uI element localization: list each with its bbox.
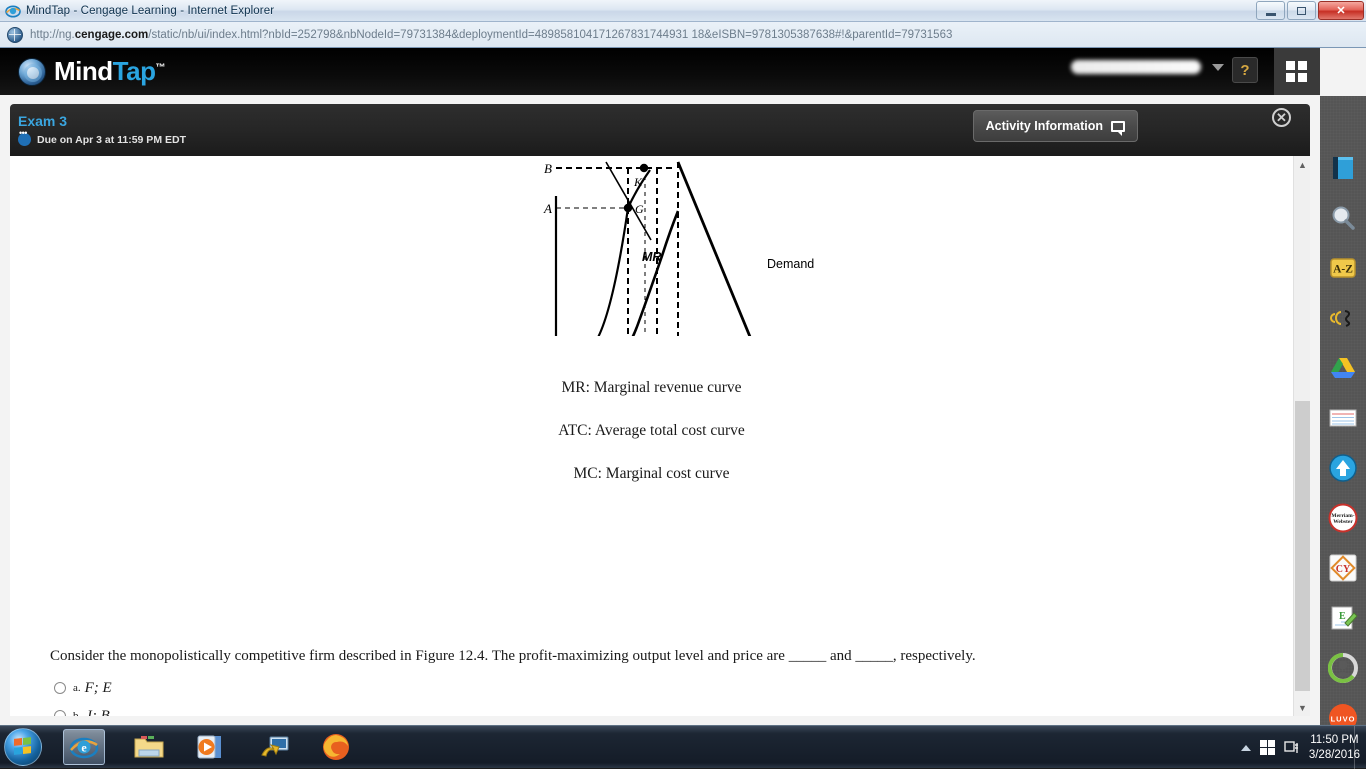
- svg-text:G: G: [635, 202, 644, 216]
- show-hidden-icons-icon[interactable]: [1241, 745, 1251, 751]
- figure-12-4: B A 0 K G MR Demand F J L N Quantity MR:…: [10, 156, 1293, 483]
- legend-mr: MR: Marginal revenue curve: [10, 379, 1293, 397]
- option-a-letter: a.: [73, 682, 81, 694]
- taskbar-internet-explorer[interactable]: e: [63, 729, 105, 765]
- search-icon[interactable]: [1326, 203, 1360, 233]
- windows-taskbar: e 11:50 PM 3/28/2016: [0, 725, 1366, 768]
- address-bar[interactable]: http://ng.cengage.com/static/nb/ui/index…: [0, 22, 1366, 48]
- logo-trademark: ™: [155, 62, 165, 73]
- activity-bar: Exam 3 Due on Apr 3 at 11:59 PM EDT Acti…: [10, 104, 1310, 156]
- option-a[interactable]: a. F; E: [54, 674, 113, 702]
- mindtap-page: MindTap™ ? Exam 3 Due on Apr 3 at 11:59 …: [0, 48, 1366, 725]
- close-activity-button[interactable]: ✕: [1272, 108, 1291, 127]
- scrollbar-thumb[interactable]: [1295, 401, 1310, 691]
- grid-icon: [1286, 61, 1308, 83]
- notes-edit-icon[interactable]: E: [1326, 603, 1360, 633]
- radio-a[interactable]: [54, 682, 66, 694]
- due-date-row: Due on Apr 3 at 11:59 PM EDT: [18, 133, 186, 146]
- assignment-content: B A 0 K G MR Demand F J L N Quantity MR:…: [10, 156, 1310, 716]
- option-b-letter: b.: [73, 710, 81, 716]
- svg-text:MR: MR: [642, 250, 661, 264]
- read-aloud-icon[interactable]: [1326, 303, 1360, 333]
- window-title: MindTap - Cengage Learning - Internet Ex…: [26, 5, 274, 17]
- option-b[interactable]: b. J; B: [54, 702, 113, 716]
- tools-rail: A-Z Merriam-Webster CY E: [1320, 96, 1366, 725]
- option-b-value: J; B: [85, 708, 110, 717]
- close-button[interactable]: ✕: [1318, 1, 1364, 20]
- window-controls: ✕: [1256, 1, 1364, 20]
- svg-text:A: A: [543, 201, 552, 216]
- content-scrollbar[interactable]: ▲ ▼: [1293, 156, 1310, 716]
- radio-b[interactable]: [54, 710, 66, 716]
- url-domain: cengage.com: [75, 29, 149, 41]
- flashcards-icon[interactable]: [1326, 403, 1360, 433]
- mindtap-wordmark: MindTap™: [54, 56, 165, 87]
- ebook-icon[interactable]: [1326, 153, 1360, 183]
- scroll-down-icon[interactable]: ▼: [1294, 699, 1310, 716]
- network-plug-icon[interactable]: [1284, 740, 1300, 756]
- activity-information-label: Activity Information: [986, 119, 1103, 133]
- answer-options: a. F; E b. J; B c. N; P d. F; A: [54, 674, 113, 716]
- svg-text:CY: CY: [1336, 564, 1351, 575]
- windows-flag-icon[interactable]: [1260, 740, 1275, 755]
- scroll-up-icon[interactable]: ▲: [1294, 156, 1310, 173]
- globe-icon: [7, 27, 23, 43]
- svg-text:Webster: Webster: [1333, 519, 1353, 525]
- clock-date: 3/28/2016: [1309, 749, 1360, 761]
- help-button[interactable]: ?: [1232, 57, 1258, 83]
- title-bar: MindTap - Cengage Learning - Internet Ex…: [0, 0, 1366, 22]
- svg-text:A-Z: A-Z: [1333, 264, 1353, 276]
- browser-window: MindTap - Cengage Learning - Internet Ex…: [0, 0, 1366, 725]
- taskbar-firefox[interactable]: [315, 729, 357, 765]
- show-desktop-button[interactable]: [1354, 726, 1360, 769]
- taskbar-media-player[interactable]: [190, 729, 232, 765]
- taskbar-remote-desktop[interactable]: [253, 729, 295, 765]
- url-text: http://ng.cengage.com/static/nb/ui/index…: [30, 29, 952, 41]
- legend-mc: MC: Marginal cost curve: [10, 465, 1293, 483]
- svg-text:K: K: [633, 175, 643, 189]
- activity-information-button[interactable]: Activity Information: [973, 110, 1138, 142]
- clock-time: 11:50 PM: [1310, 734, 1358, 746]
- google-drive-icon[interactable]: [1326, 353, 1360, 383]
- start-button[interactable]: [4, 728, 42, 766]
- user-name-redacted: [1071, 60, 1201, 74]
- question-text: Consider the monopolistically competitiv…: [50, 648, 976, 665]
- svg-text:e: e: [81, 741, 87, 755]
- internet-explorer-icon: [5, 3, 21, 19]
- clock[interactable]: 11:50 PM 3/28/2016: [1309, 733, 1360, 763]
- speech-bubble-icon: [1111, 121, 1125, 132]
- user-menu[interactable]: [1071, 60, 1224, 74]
- svg-text:B: B: [544, 161, 552, 176]
- cengage-youbook-icon[interactable]: CY: [1326, 553, 1360, 583]
- due-date-text: Due on Apr 3 at 11:59 PM EDT: [37, 134, 186, 146]
- profile-progress-icon[interactable]: [1326, 653, 1360, 683]
- logo-text-mind: Mind: [54, 56, 113, 86]
- minimize-button[interactable]: [1256, 1, 1285, 20]
- evernote-upload-icon[interactable]: [1326, 453, 1360, 483]
- svg-text:LUVO: LUVO: [1331, 715, 1356, 724]
- figure-graph: B A 0 K G MR Demand F J L N Quantity: [10, 156, 1293, 336]
- legend-atc: ATC: Average total cost curve: [10, 422, 1293, 440]
- restore-button[interactable]: [1287, 1, 1316, 20]
- page-title: Exam 3: [18, 113, 67, 129]
- taskbar-file-explorer[interactable]: [128, 729, 170, 765]
- assignment-dot-icon: [18, 133, 31, 146]
- dictionary-az-icon[interactable]: A-Z: [1326, 253, 1360, 283]
- system-tray: 11:50 PM 3/28/2016: [1241, 726, 1360, 769]
- logo-text-tap: Tap: [113, 56, 156, 86]
- svg-text:Demand: Demand: [767, 257, 814, 271]
- merriam-webster-icon[interactable]: Merriam-Webster: [1326, 503, 1360, 533]
- option-a-value: F; E: [85, 680, 112, 697]
- chevron-down-icon[interactable]: [1212, 64, 1224, 71]
- luvo-icon[interactable]: LUVO: [1326, 703, 1360, 725]
- mindtap-header: MindTap™ ?: [0, 48, 1320, 95]
- mindtap-logo-icon: [18, 58, 46, 86]
- url-prefix: http://ng.: [30, 29, 75, 41]
- url-suffix: /static/nb/ui/index.html?nbId=252798&nbN…: [148, 29, 952, 41]
- apps-grid-button[interactable]: [1274, 48, 1320, 95]
- svg-text:E: E: [1339, 611, 1346, 622]
